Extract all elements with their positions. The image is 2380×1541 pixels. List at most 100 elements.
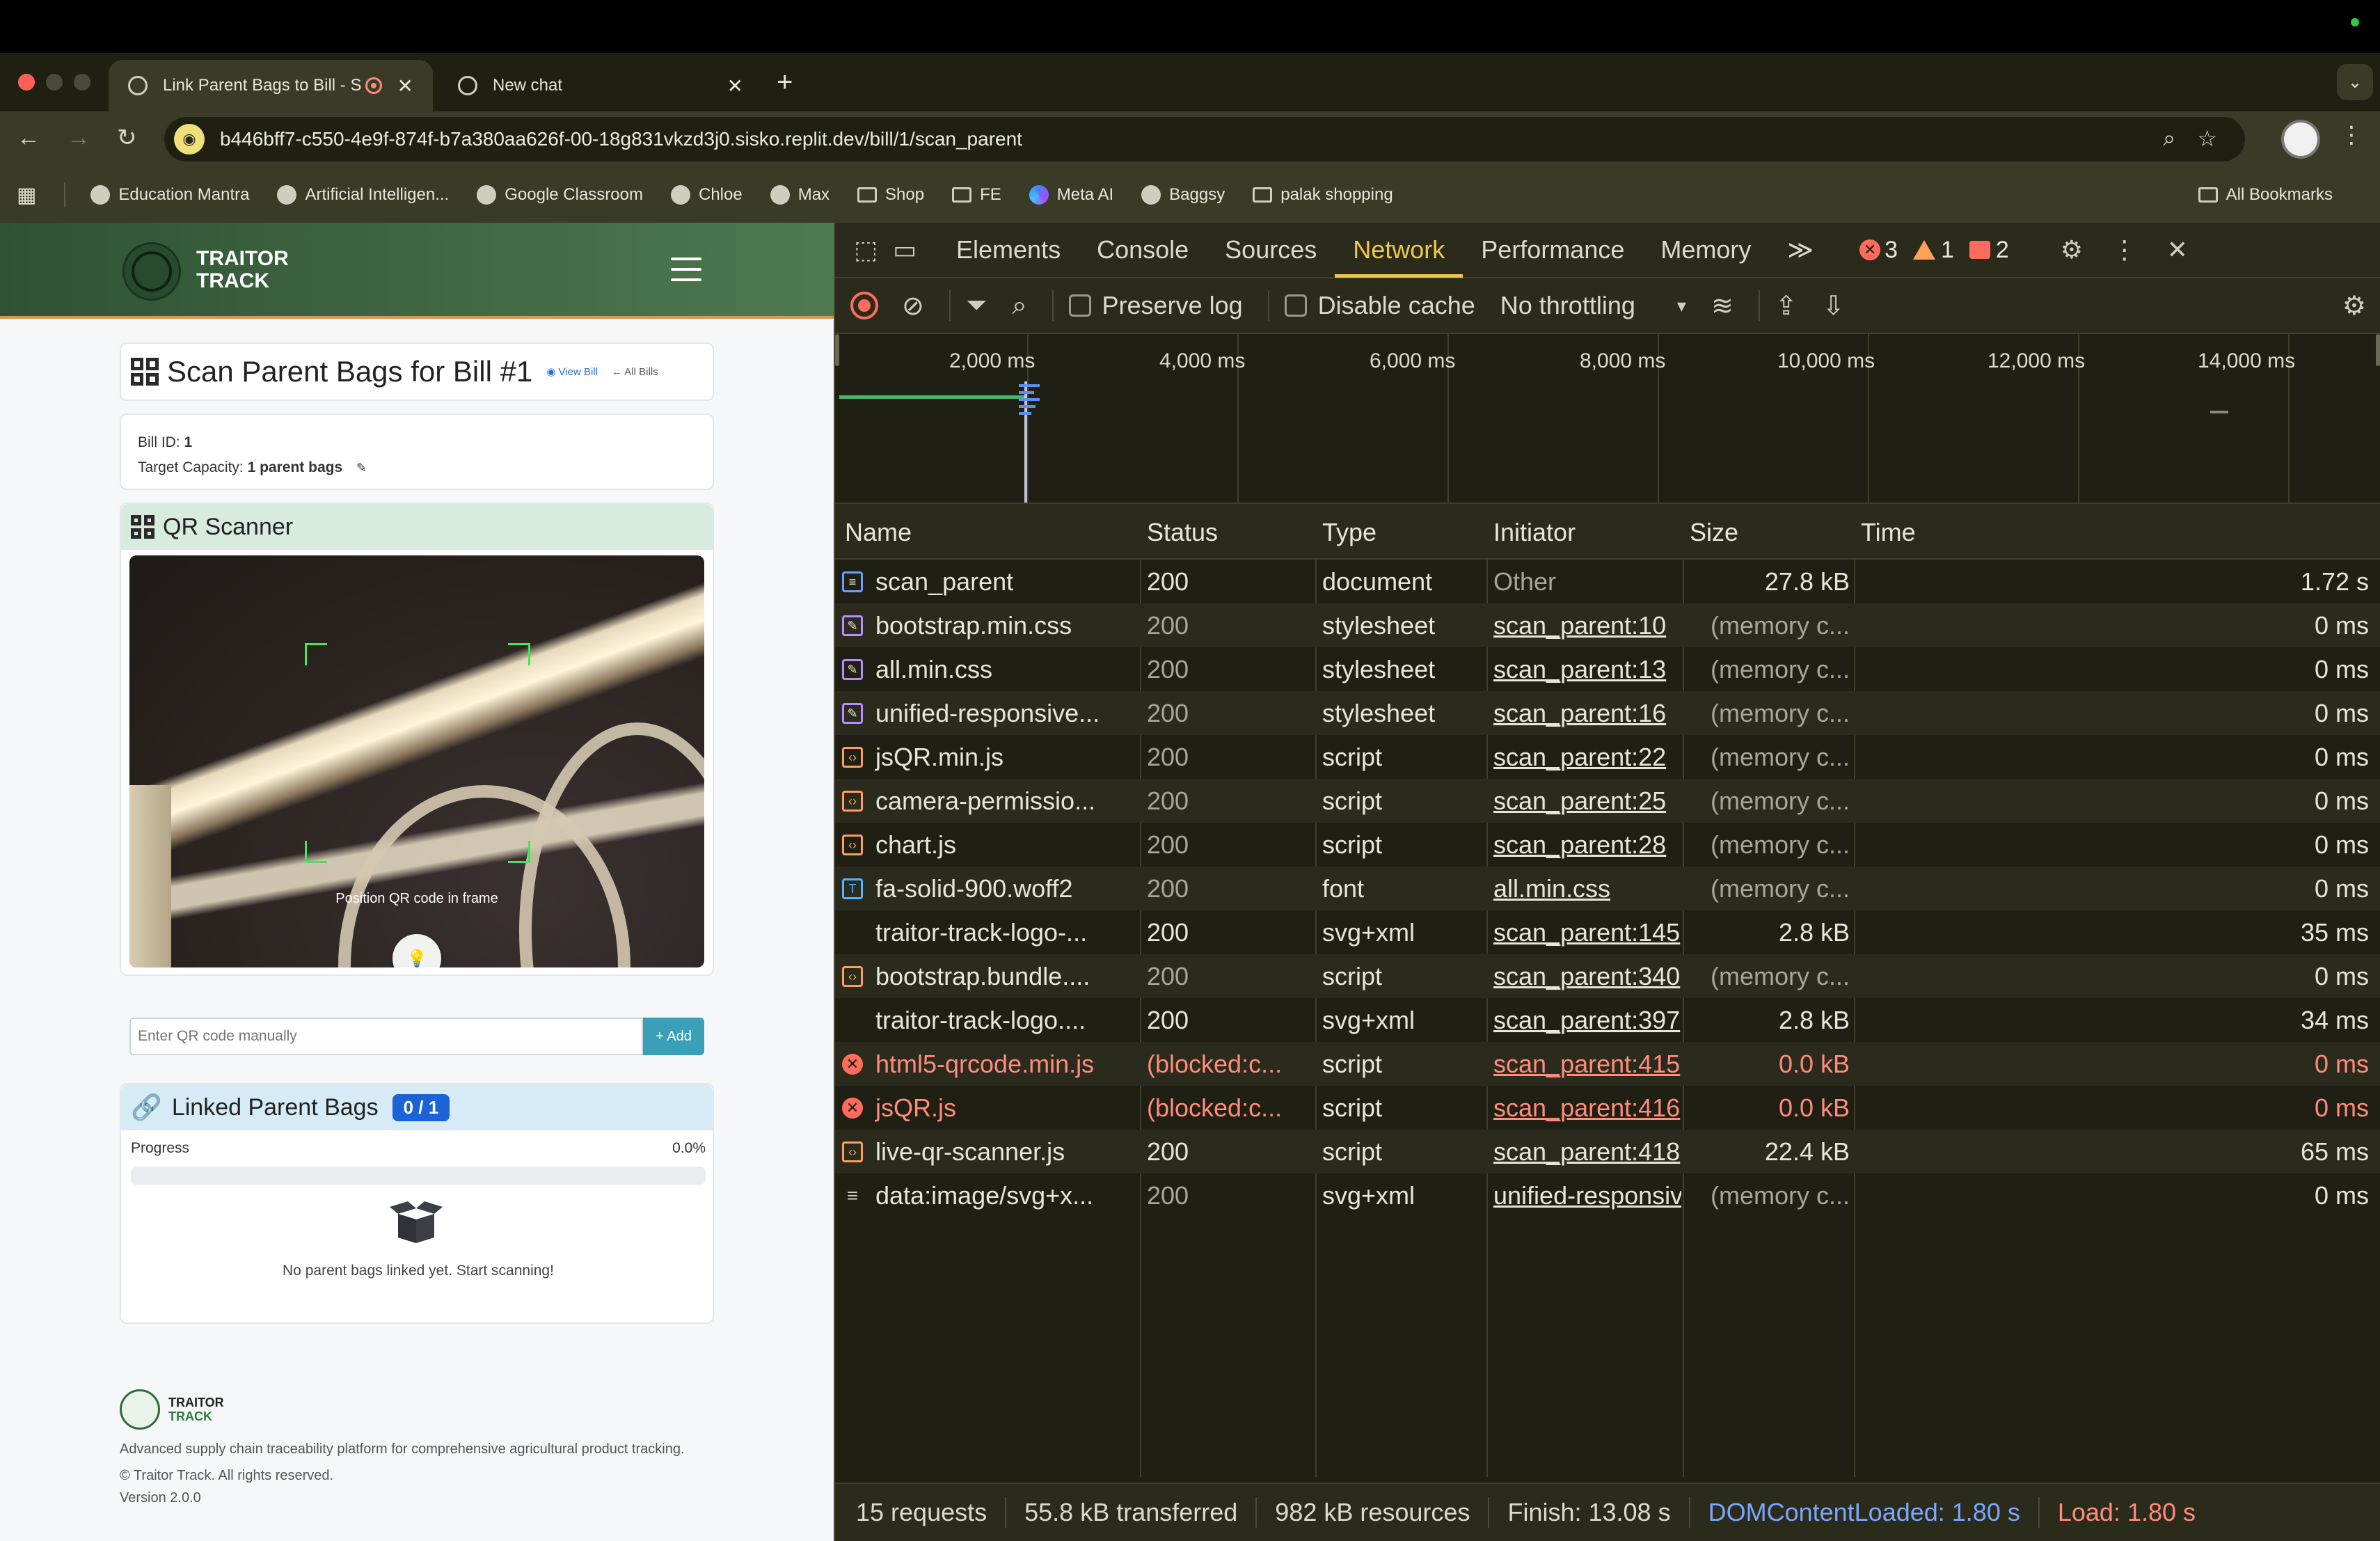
bookmark-folder[interactable]: Shop	[857, 185, 924, 205]
network-conditions-icon[interactable]: ≋	[1711, 290, 1734, 322]
manual-qr-input[interactable]	[129, 1018, 643, 1055]
devtools-menu-icon[interactable]: ⋮	[2105, 235, 2144, 264]
record-button[interactable]	[850, 292, 878, 319]
request-row[interactable]: Tfa-solid-900.woff2 200 font all.min.css (me…	[835, 867, 2380, 910]
column-header-size[interactable]: Size	[1690, 518, 1738, 547]
tab-network[interactable]: Network	[1335, 222, 1463, 278]
forward-button[interactable]: →	[67, 124, 90, 152]
tab-search-button[interactable]: ⌄	[2337, 64, 2373, 100]
request-initiator[interactable]: scan_parent:16	[1493, 699, 1681, 728]
request-row[interactable]: ≡ data:image/svg+x... 200 svg+xml unified-re…	[835, 1173, 2380, 1217]
request-row[interactable]: traitor-track-logo.... 200 svg+xml scan_par…	[835, 998, 2380, 1042]
zoom-window-button[interactable]	[74, 74, 90, 90]
preserve-log-checkbox[interactable]	[1068, 294, 1091, 317]
chevron-down-icon[interactable]: ▾	[1677, 295, 1686, 317]
all-bookmarks-button[interactable]: All Bookmarks	[2198, 185, 2333, 205]
zoom-icon[interactable]: ⌕	[2163, 125, 2175, 152]
bookmark-folder[interactable]: FE	[952, 185, 1001, 205]
tab-console[interactable]: Console	[1079, 222, 1207, 278]
request-initiator[interactable]: scan_parent:397	[1493, 1006, 1681, 1035]
column-header-time[interactable]: Time	[1861, 518, 1916, 547]
bookmark-item[interactable]: Meta AI	[1029, 185, 1113, 205]
request-initiator[interactable]: scan_parent:25	[1493, 787, 1681, 816]
device-toolbar-icon[interactable]: ▭	[885, 235, 924, 264]
request-row[interactable]: ✕ html5-qrcode.min.js (blocked:c... script s…	[835, 1042, 2380, 1086]
view-bill-link[interactable]: ◉ View Bill	[546, 365, 598, 378]
browser-menu-button[interactable]: ⋮	[2340, 121, 2363, 149]
request-row[interactable]: traitor-track-logo-... 200 svg+xml scan_par…	[835, 910, 2380, 954]
column-header-name[interactable]: Name	[845, 518, 912, 547]
back-button[interactable]: ←	[17, 124, 40, 152]
request-initiator[interactable]: scan_parent:22	[1493, 743, 1681, 772]
tab-sources[interactable]: Sources	[1207, 222, 1335, 278]
close-window-button[interactable]	[18, 74, 35, 90]
export-har-icon[interactable]: ⇩	[1823, 290, 1845, 322]
tab-elements[interactable]: Elements	[938, 222, 1079, 278]
brand-name[interactable]: TRAITOR TRACK	[196, 248, 289, 292]
request-row[interactable]: ‹› chart.js 200 script scan_parent:28 (memory…	[835, 823, 2380, 867]
bookmark-item[interactable]: Max	[770, 185, 830, 205]
column-header-status[interactable]: Status	[1147, 518, 1218, 547]
request-row[interactable]: ≡ scan_parent 200 document Other 27.8 kB 1.72 …	[835, 560, 2380, 603]
clear-icon[interactable]: ⊘	[902, 290, 924, 322]
request-initiator[interactable]: unified-responsiv	[1493, 1181, 1681, 1210]
request-row[interactable]: ✎ bootstrap.min.css 200 stylesheet scan_pare…	[835, 603, 2380, 647]
camera-preview[interactable]: Position QR code in frame 💡	[129, 555, 704, 967]
throttling-select[interactable]: No throttling	[1500, 291, 1635, 320]
apps-button[interactable]: ▦	[17, 183, 36, 207]
inspect-element-icon[interactable]: ⬚	[846, 235, 885, 264]
close-icon[interactable]: ✕	[2158, 235, 2197, 264]
network-overview-timeline[interactable]: 2,000 ms 4,000 ms 6,000 ms 8,000 ms 10,0…	[835, 334, 2380, 504]
request-row[interactable]: ‹› live-qr-scanner.js 200 script scan_parent…	[835, 1130, 2380, 1173]
request-row[interactable]: ✎ unified-responsive... 200 stylesheet scan_…	[835, 691, 2380, 735]
star-icon[interactable]: ☆	[2197, 125, 2217, 152]
disable-cache-checkbox[interactable]	[1284, 294, 1307, 317]
network-settings-icon[interactable]: ⚙	[2342, 290, 2366, 322]
request-row[interactable]: ✎ all.min.css 200 stylesheet scan_parent:13 (…	[835, 647, 2380, 691]
request-initiator[interactable]: scan_parent:13	[1493, 655, 1681, 684]
bookmark-item[interactable]: Education Mantra	[90, 185, 249, 205]
request-row[interactable]: ‹› bootstrap.bundle.... 200 script scan_pare…	[835, 954, 2380, 998]
gear-icon[interactable]: ⚙	[2052, 235, 2091, 264]
request-initiator[interactable]: scan_parent:416	[1493, 1093, 1681, 1123]
bookmark-folder[interactable]: palak shopping	[1253, 185, 1393, 205]
tab-new-chat[interactable]: New chat ✕	[438, 60, 763, 111]
request-initiator[interactable]: scan_parent:145	[1493, 918, 1681, 947]
all-bills-link[interactable]: ← All Bills	[612, 366, 658, 378]
issue-counters[interactable]: ✕ 3 1 2	[1859, 237, 2024, 264]
minimize-window-button[interactable]	[46, 74, 63, 90]
tab-close-button[interactable]: ✕	[727, 74, 743, 97]
request-initiator[interactable]: scan_parent:28	[1493, 830, 1681, 860]
address-bar[interactable]: ◉ b446bff7-c550-4e9f-874f-b7a380aa626f-0…	[164, 117, 2245, 161]
edit-icon[interactable]: ✎	[356, 461, 367, 475]
tab-performance[interactable]: Performance	[1463, 222, 1642, 278]
request-row[interactable]: ‹› jsQR.min.js 200 script scan_parent:22 (mem…	[835, 735, 2380, 779]
reload-button[interactable]: ↻	[117, 124, 137, 152]
request-row[interactable]: ‹› camera-permissio... 200 script scan_paren…	[835, 779, 2380, 823]
overview-handle[interactable]	[835, 334, 839, 366]
new-tab-button[interactable]: +	[777, 67, 793, 97]
logo-icon[interactable]	[122, 242, 181, 301]
column-header-initiator[interactable]: Initiator	[1493, 518, 1576, 547]
search-icon[interactable]: ⌕	[1012, 291, 1026, 321]
bookmark-item[interactable]: Baggsy	[1141, 185, 1225, 205]
menu-toggle-button[interactable]	[671, 258, 701, 283]
request-initiator[interactable]: scan_parent:10	[1493, 611, 1681, 640]
more-tabs-button[interactable]: ≫	[1769, 222, 1832, 278]
filter-icon[interactable]: ⏷	[966, 291, 987, 321]
bookmark-item[interactable]: Google Classroom	[477, 185, 643, 205]
tab-link-parent-bags[interactable]: Link Parent Bags to Bill - S ✕	[109, 60, 433, 111]
request-initiator[interactable]: all.min.css	[1493, 874, 1681, 903]
add-button[interactable]: + Add	[643, 1018, 704, 1055]
site-info-icon[interactable]: ◉	[174, 124, 205, 155]
tab-memory[interactable]: Memory	[1642, 222, 1769, 278]
tab-close-button[interactable]: ✕	[397, 74, 413, 97]
request-initiator[interactable]: scan_parent:418	[1493, 1137, 1681, 1167]
import-har-icon[interactable]: ⇪	[1775, 290, 1798, 322]
request-row[interactable]: ✕ jsQR.js (blocked:c... script scan_parent:4…	[835, 1086, 2380, 1130]
column-header-type[interactable]: Type	[1322, 518, 1377, 547]
request-initiator[interactable]: scan_parent:415	[1493, 1050, 1681, 1079]
profile-avatar[interactable]	[2281, 120, 2320, 159]
bookmark-item[interactable]: Artificial Intelligen...	[277, 185, 449, 205]
bookmark-item[interactable]: Chloe	[670, 185, 743, 205]
